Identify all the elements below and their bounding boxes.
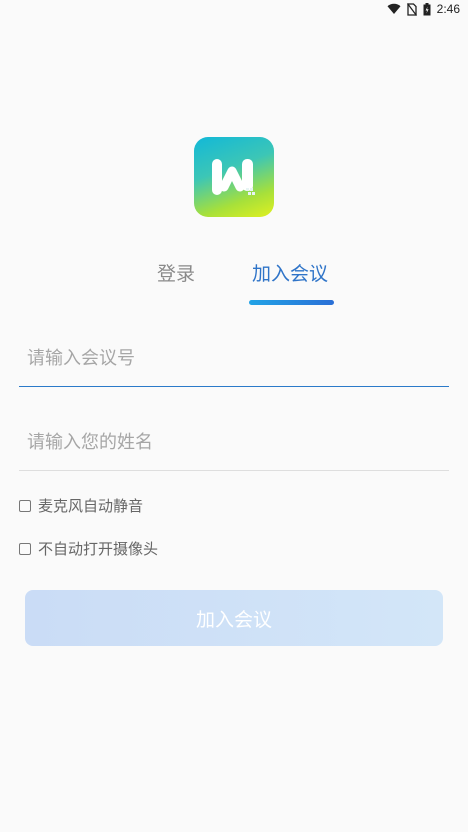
active-tab-indicator <box>249 300 334 305</box>
name-field[interactable] <box>19 420 449 464</box>
camera-off-label: 不自动打开摄像头 <box>38 540 159 558</box>
battery-icon <box>423 2 431 16</box>
status-icons: 2:46 <box>387 2 460 16</box>
tab-join-meeting[interactable]: 加入会议 <box>252 262 328 286</box>
tab-login[interactable]: 登录 <box>157 262 195 286</box>
meeting-id-underline <box>19 386 449 387</box>
wifi-icon <box>387 3 401 15</box>
mute-mic-option[interactable]: 麦克风自动静音 <box>19 495 143 516</box>
status-bar: 2:46 <box>0 0 468 20</box>
no-sim-icon <box>406 2 417 16</box>
join-meeting-button[interactable]: 加入会议 <box>25 590 443 646</box>
camera-off-option[interactable]: 不自动打开摄像头 <box>19 538 158 559</box>
meeting-id-input[interactable] <box>19 336 449 380</box>
meeting-app-logo-icon <box>194 137 274 217</box>
camera-off-checkbox[interactable] <box>19 542 31 555</box>
name-underline <box>19 470 449 471</box>
join-meeting-screen: 2:46 登录 加入会议 麦克风自动静音 不自动打开摄像头 加入会议 <box>0 0 468 832</box>
status-time: 2:46 <box>436 2 460 16</box>
mute-mic-checkbox[interactable] <box>19 499 31 512</box>
mute-mic-label: 麦克风自动静音 <box>38 497 144 515</box>
name-input[interactable] <box>19 420 449 464</box>
meeting-id-field[interactable] <box>19 336 449 380</box>
